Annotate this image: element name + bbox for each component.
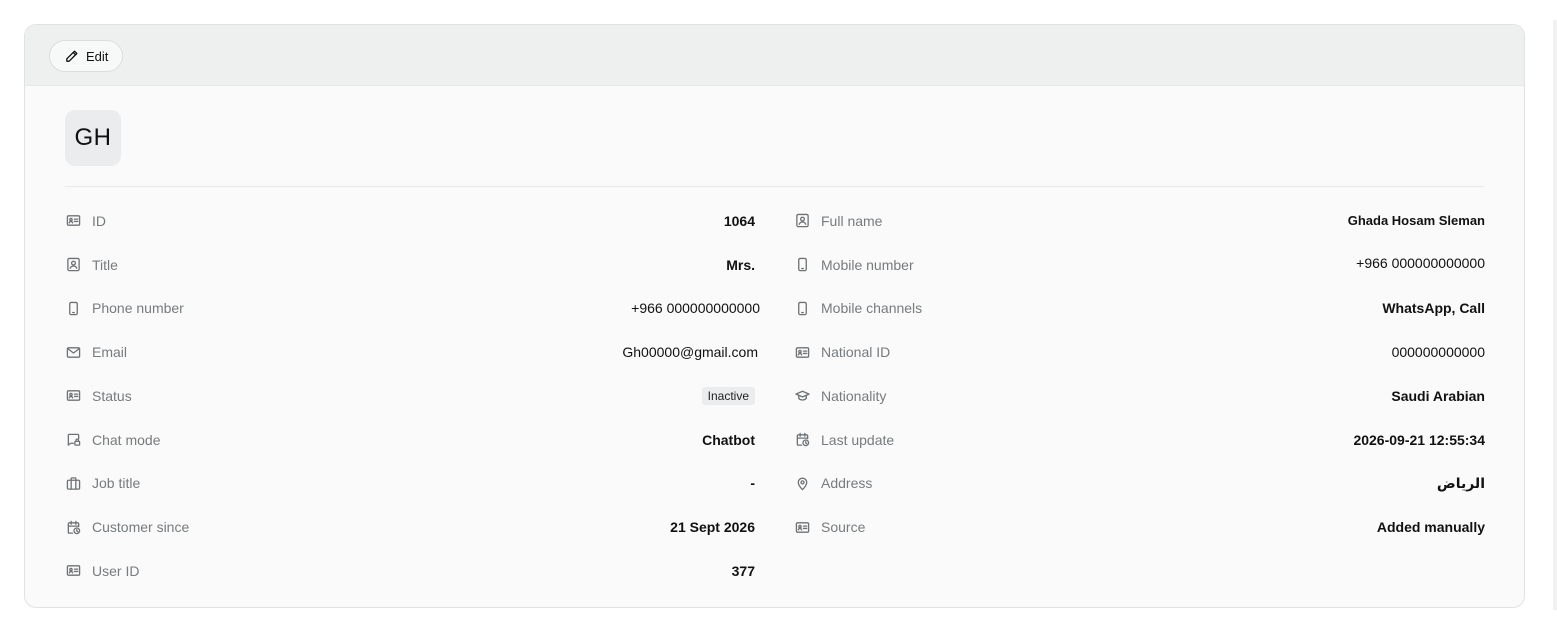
edit-button-label: Edit — [86, 48, 109, 64]
field-row-phone-number: Phone number +966 000000000000 — [65, 287, 760, 331]
field-value: 377 — [731, 562, 755, 579]
field-label: ID — [92, 212, 106, 229]
card-toolbar: Edit — [25, 25, 1524, 86]
id-card-icon — [65, 388, 81, 404]
field-value: 21 Sept 2026 — [670, 519, 755, 536]
field-row-customer-since: Customer since 21 Sept 2026 — [65, 505, 755, 549]
field-row-chat-mode: Chat mode Chatbot — [65, 418, 755, 462]
field-label: Status — [92, 387, 132, 404]
avatar: GH — [65, 110, 121, 166]
field-label: Mobile channels — [821, 300, 923, 317]
field-value: - — [750, 475, 755, 492]
user-badge-icon — [65, 257, 81, 273]
field-row-title: Title Mrs. — [65, 243, 755, 287]
field-label: Address — [821, 475, 873, 492]
field-row-mobile-channels: Mobile channels WhatsApp, Call — [794, 287, 1485, 331]
phone-icon — [794, 257, 810, 273]
phone-icon — [65, 300, 81, 316]
field-label: Title — [92, 256, 118, 273]
phone-icon — [794, 300, 810, 316]
edit-button[interactable]: Edit — [49, 40, 124, 72]
field-row-user-id: User ID 377 — [65, 549, 755, 593]
field-label: Phone number — [92, 300, 184, 317]
left-field-column: ID 1064 Title Mrs. Phone number +966 000… — [65, 199, 760, 593]
field-label: Email — [92, 344, 128, 361]
field-row-source: Source Added manually — [794, 505, 1485, 549]
field-label: Job title — [92, 475, 141, 492]
calendar-clock-icon — [65, 519, 81, 535]
field-row-national-id: National ID 000000000000 — [794, 330, 1485, 374]
field-value: Mrs. — [726, 256, 755, 273]
field-row-id: ID 1064 — [65, 199, 755, 243]
field-label: Full name — [821, 212, 883, 229]
field-label: Source — [821, 519, 866, 536]
pencil-icon — [64, 49, 79, 64]
field-label: National ID — [821, 344, 891, 361]
chat-mode-icon — [65, 432, 81, 448]
map-pin-icon — [794, 475, 810, 491]
field-value: 1064 — [723, 212, 755, 229]
field-label: Chat mode — [92, 431, 161, 448]
field-value: Ghada Hosam Sleman — [1347, 213, 1485, 229]
field-value: Saudi Arabian — [1391, 387, 1485, 404]
field-value: +966 000000000000 — [1356, 254, 1485, 271]
field-row-nationality: Nationality Saudi Arabian — [794, 374, 1485, 418]
email-link[interactable]: Gh00000@gmail.com — [622, 344, 758, 360]
field-row-email: Email Gh00000@gmail.com — [65, 330, 758, 374]
id-card-icon — [65, 213, 81, 229]
field-value: Chatbot — [702, 431, 755, 448]
field-label: Nationality — [821, 387, 887, 404]
status-badge: Inactive — [701, 386, 755, 405]
field-row-status: Status Inactive — [65, 374, 755, 418]
field-label: Customer since — [92, 519, 190, 536]
field-row-job-title: Job title - — [65, 462, 755, 506]
right-field-column: Full name Ghada Hosam Sleman Mobile numb… — [794, 199, 1485, 549]
field-label: Last update — [821, 431, 895, 448]
field-row-address: Address الرياض — [794, 462, 1485, 506]
divider — [65, 186, 1484, 187]
user-badge-icon — [794, 213, 810, 229]
field-row-last-update: Last update 2026-09-21 12:55:34 — [794, 418, 1485, 462]
field-label: User ID — [92, 562, 140, 579]
field-row-mobile-number: Mobile number +966 000000000000 — [794, 243, 1485, 287]
briefcase-icon — [65, 475, 81, 491]
mail-icon — [65, 344, 81, 360]
graduation-cap-icon — [794, 388, 810, 404]
field-value: الرياض — [1436, 474, 1485, 491]
field-row-full-name: Full name Ghada Hosam Sleman — [794, 199, 1485, 243]
field-value: Added manually — [1376, 519, 1485, 536]
field-label: Mobile number — [821, 256, 914, 273]
field-value: 2026-09-21 12:55:34 — [1353, 431, 1485, 448]
id-card-icon — [794, 519, 810, 535]
id-card-icon — [65, 563, 81, 579]
field-value: +966 000000000000 — [631, 300, 760, 317]
calendar-clock-icon — [794, 432, 810, 448]
field-value: WhatsApp, Call — [1382, 300, 1485, 317]
contact-details-card: Edit GH ID 1064 Title Mrs. Phone number … — [24, 24, 1525, 608]
field-value: 000000000000 — [1391, 344, 1485, 361]
id-card-icon — [794, 344, 810, 360]
page-scrollbar[interactable] — [1553, 20, 1557, 610]
